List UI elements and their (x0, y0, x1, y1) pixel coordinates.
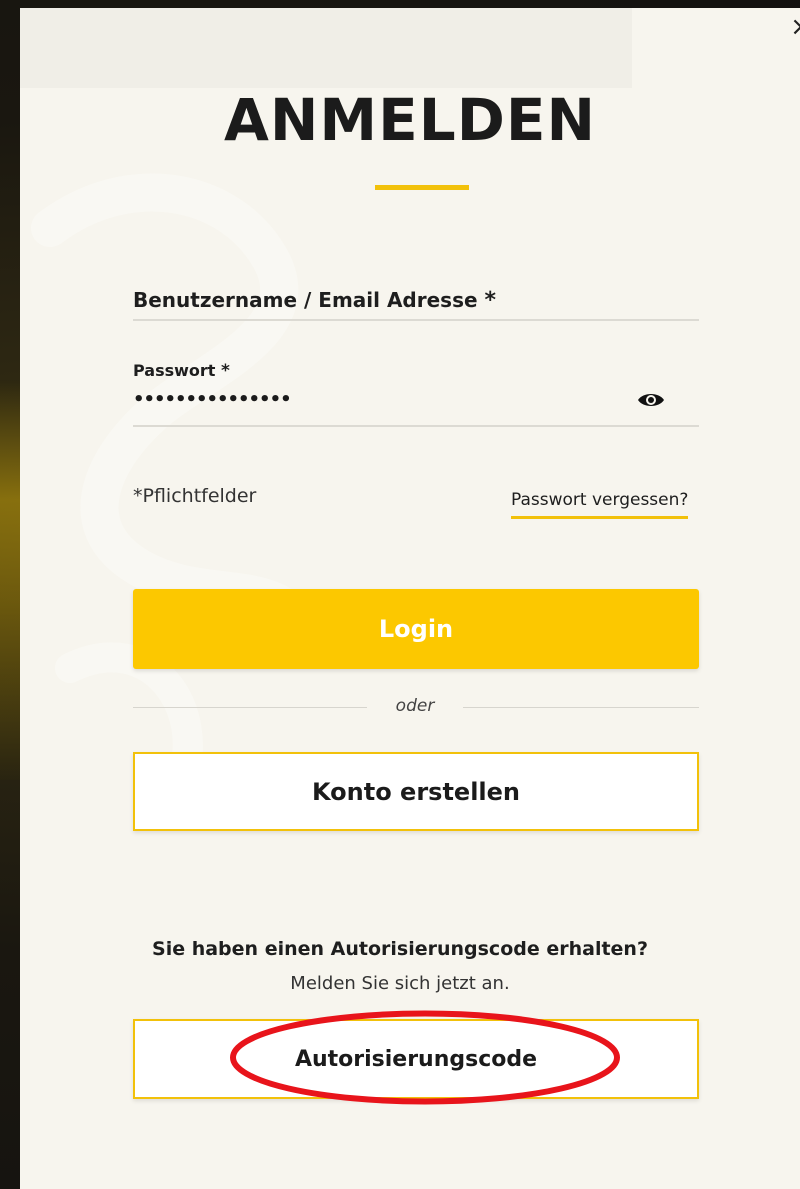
or-divider: oder (133, 696, 699, 718)
dialog-header-tint (20, 8, 632, 88)
background-image-strip (0, 380, 22, 780)
password-underline (133, 425, 699, 427)
auth-code-button[interactable]: Autorisierungscode (133, 1019, 699, 1099)
close-button[interactable]: × (786, 12, 800, 46)
username-underline (133, 319, 699, 321)
auth-code-subtext: Melden Sie sich jetzt an. (290, 973, 510, 994)
login-button[interactable]: Login (133, 589, 699, 669)
auth-code-heading: Sie haben einen Autorisierungscode erhal… (152, 938, 648, 960)
required-fields-note: *Pflichtfelder (133, 485, 257, 507)
divider-line-right (463, 707, 699, 708)
forgot-password-link[interactable]: Passwort vergessen? (511, 490, 689, 519)
divider-line-left (133, 707, 367, 708)
create-account-label: Konto erstellen (311, 777, 521, 806)
password-label: Passwort * (133, 361, 230, 381)
divider-text: oder (395, 696, 435, 716)
login-dialog: × ANMELDEN Benutzername / Email Adresse … (20, 8, 800, 1189)
login-button-label: Login (378, 615, 454, 643)
auth-code-button-label: Autorisierungscode (294, 1046, 538, 1072)
create-account-button[interactable]: Konto erstellen (133, 752, 699, 831)
required-marker: * (221, 361, 230, 381)
title-accent-bar (375, 185, 469, 190)
page-title: ANMELDEN (223, 86, 597, 154)
password-label-text: Passwort (133, 361, 216, 380)
username-field[interactable] (133, 282, 703, 320)
eye-icon[interactable] (636, 388, 666, 412)
password-field[interactable]: ••••••••••••••• (133, 389, 292, 410)
